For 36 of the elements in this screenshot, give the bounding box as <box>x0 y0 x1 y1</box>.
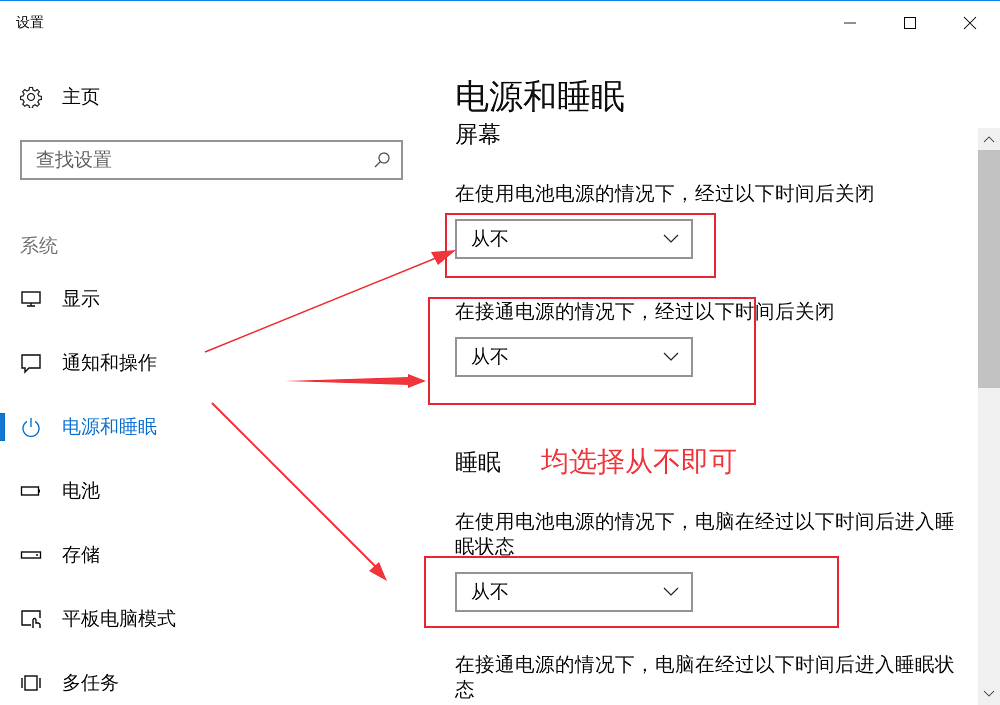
section-heading: 屏幕 <box>455 120 501 150</box>
chevron-down-icon <box>663 587 679 597</box>
dropdown[interactable]: 从不 <box>455 572 693 612</box>
power-icon <box>20 416 42 438</box>
page-title: 电源和睡眠 <box>455 76 625 119</box>
scrollbar[interactable] <box>978 128 1000 705</box>
search-icon <box>373 151 391 169</box>
setting-label: 在接通电源的情况下，经过以下时间后关闭 <box>455 299 836 324</box>
sidebar-item[interactable]: 电池 <box>0 459 260 523</box>
setting-label: 在接通电源的情况下，电脑在经过以下时间后进入睡眠状态 <box>455 652 956 702</box>
search-field[interactable]: 查找设置 <box>20 140 403 180</box>
chevron-up-icon <box>983 135 995 143</box>
window-title: 设置 <box>16 14 44 32</box>
dropdown[interactable]: 从不 <box>455 337 693 377</box>
sidebar-item[interactable]: 平板电脑模式 <box>0 587 260 651</box>
gear-icon <box>20 86 42 108</box>
setting-label: 在使用电池电源的情况下，经过以下时间后关闭 <box>455 181 876 206</box>
dropdown[interactable]: 从不 <box>455 219 693 259</box>
scrollbar-thumb[interactable] <box>978 150 1000 388</box>
section-heading: 系统 <box>20 234 58 259</box>
chevron-down-icon <box>983 690 995 698</box>
close-icon <box>963 16 977 30</box>
chevron-down-icon <box>663 352 679 362</box>
sidebar-item[interactable]: 多任务 <box>0 651 260 705</box>
tablet-icon <box>20 608 42 630</box>
home-link[interactable]: 主页 <box>20 82 100 112</box>
speech-bubble-icon <box>20 352 42 374</box>
sidebar-item[interactable]: 显示 <box>0 267 260 331</box>
sidebar-item[interactable]: 电源和睡眠 <box>0 395 260 459</box>
setting-label: 在使用电池电源的情况下，电脑在经过以下时间后进入睡眠状态 <box>455 509 956 559</box>
section-heading: 睡眠 <box>455 448 501 478</box>
chevron-down-icon <box>663 234 679 244</box>
maximize-icon <box>904 17 916 29</box>
sidebar-item[interactable]: 通知和操作 <box>0 331 260 395</box>
annotation-text: 均选择从不即可 <box>541 444 737 480</box>
sidebar-item[interactable]: 存储 <box>0 523 260 587</box>
